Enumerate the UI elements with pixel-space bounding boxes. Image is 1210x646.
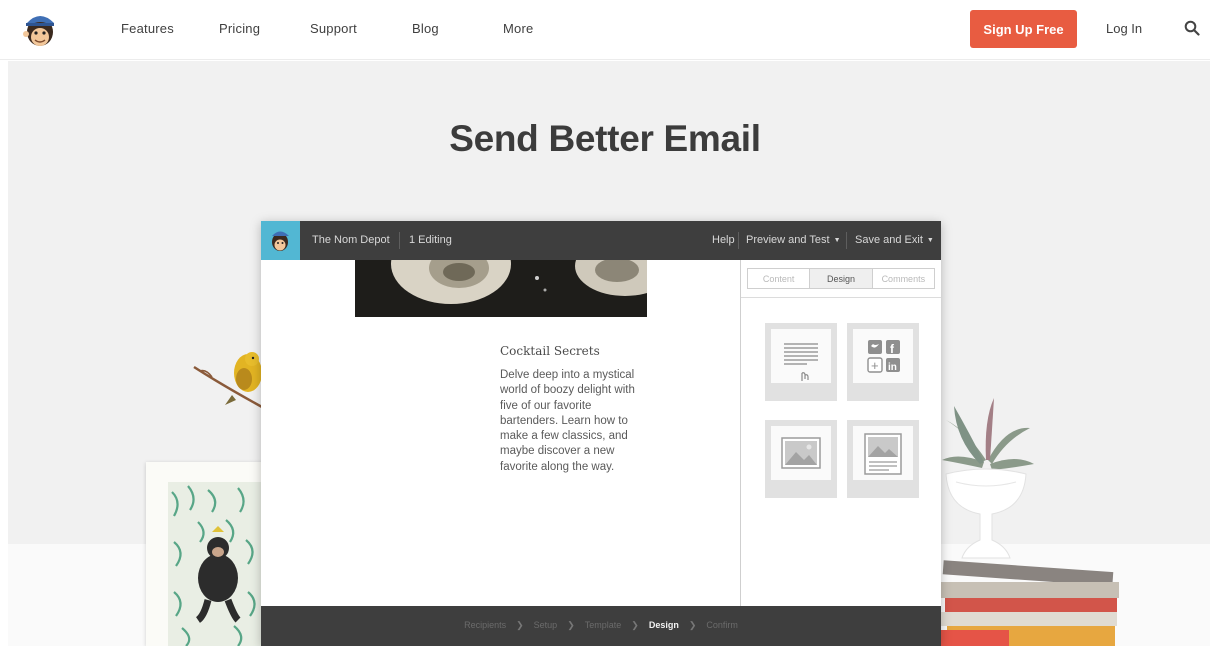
chevron-right-icon: ❯: [516, 620, 524, 630]
email-preview: Cocktail Secrets Delve deep into a mysti…: [261, 260, 741, 606]
campaign-steps: Recipients ❯ Setup ❯ Template ❯ Design ❯ Confirm: [261, 620, 941, 631]
step-template[interactable]: Template: [585, 620, 622, 630]
mailchimp-monkey-icon: [272, 231, 289, 251]
nav-more[interactable]: More: [503, 21, 533, 36]
chevron-down-icon: ▼: [926, 237, 934, 244]
books-illustration: [939, 560, 1119, 646]
text-block[interactable]: [765, 323, 837, 401]
tab-content[interactable]: Content: [748, 269, 811, 288]
tab-design[interactable]: Design: [810, 269, 873, 288]
chevron-right-icon: ❯: [631, 620, 639, 630]
image-block-icon: [781, 437, 821, 469]
text-block-icon: [784, 343, 818, 381]
save-and-exit-menu[interactable]: Save and Exit ▼: [855, 234, 934, 246]
image-card-block[interactable]: [847, 420, 919, 498]
nav-pricing[interactable]: Pricing: [219, 21, 260, 36]
chimp-illustration: [171, 485, 256, 646]
help-link[interactable]: Help: [712, 234, 735, 246]
email-editor-window: The Nom Depot 1 Editing Help Preview and…: [261, 221, 941, 646]
image-card-block-icon: [864, 433, 902, 475]
mailchimp-monkey-icon[interactable]: [22, 11, 58, 49]
chevron-right-icon: ❯: [567, 620, 575, 630]
nav-support[interactable]: Support: [310, 21, 357, 36]
framed-picture: [146, 462, 264, 646]
app-logo[interactable]: [261, 221, 300, 260]
social-share-block[interactable]: f + in: [847, 323, 919, 401]
article-body[interactable]: Delve deep into a mystical world of booz…: [500, 368, 645, 475]
social-share-block-icon: f + in: [867, 340, 900, 373]
step-design[interactable]: Design: [649, 620, 679, 630]
article-title[interactable]: Cocktail Secrets: [500, 344, 600, 358]
chevron-right-icon: ❯: [688, 620, 697, 630]
preview-and-test-menu[interactable]: Preview and Test ▼: [746, 234, 841, 246]
tab-comments[interactable]: Comments: [873, 269, 934, 288]
oyster-photo: [355, 260, 647, 317]
preview-and-test-label: Preview and Test: [746, 234, 830, 246]
svg-text:+: +: [871, 358, 879, 373]
chevron-down-icon: ▼: [833, 237, 841, 244]
top-navigation: Features Pricing Support Blog More Sign …: [0, 0, 1210, 60]
sign-up-button[interactable]: Sign Up Free: [970, 10, 1077, 48]
save-and-exit-label: Save and Exit: [855, 234, 923, 246]
hero-title: Send Better Email: [449, 118, 761, 159]
nav-features[interactable]: Features: [121, 21, 174, 36]
search-icon[interactable]: [1184, 20, 1200, 36]
panel-tabs: Content Design Comments: [747, 268, 935, 289]
hand-cursor-icon: [801, 372, 809, 381]
step-recipients[interactable]: Recipients: [464, 620, 506, 630]
image-block[interactable]: [765, 420, 837, 498]
step-setup[interactable]: Setup: [534, 620, 558, 630]
design-panel: Content Design Comments f + in: [740, 260, 941, 606]
campaign-steps-bar: Recipients ❯ Setup ❯ Template ❯ Design ❯ Confirm: [261, 606, 941, 646]
account-name: The Nom Depot: [312, 234, 390, 246]
svg-text:in: in: [888, 362, 897, 373]
bird-illustration: [193, 352, 263, 409]
nav-blog[interactable]: Blog: [412, 21, 439, 36]
editor-toolbar: The Nom Depot 1 Editing Help Preview and…: [261, 221, 941, 260]
log-in-link[interactable]: Log In: [1106, 21, 1142, 36]
step-confirm[interactable]: Confirm: [706, 620, 738, 630]
editing-status: 1 Editing: [409, 234, 452, 246]
